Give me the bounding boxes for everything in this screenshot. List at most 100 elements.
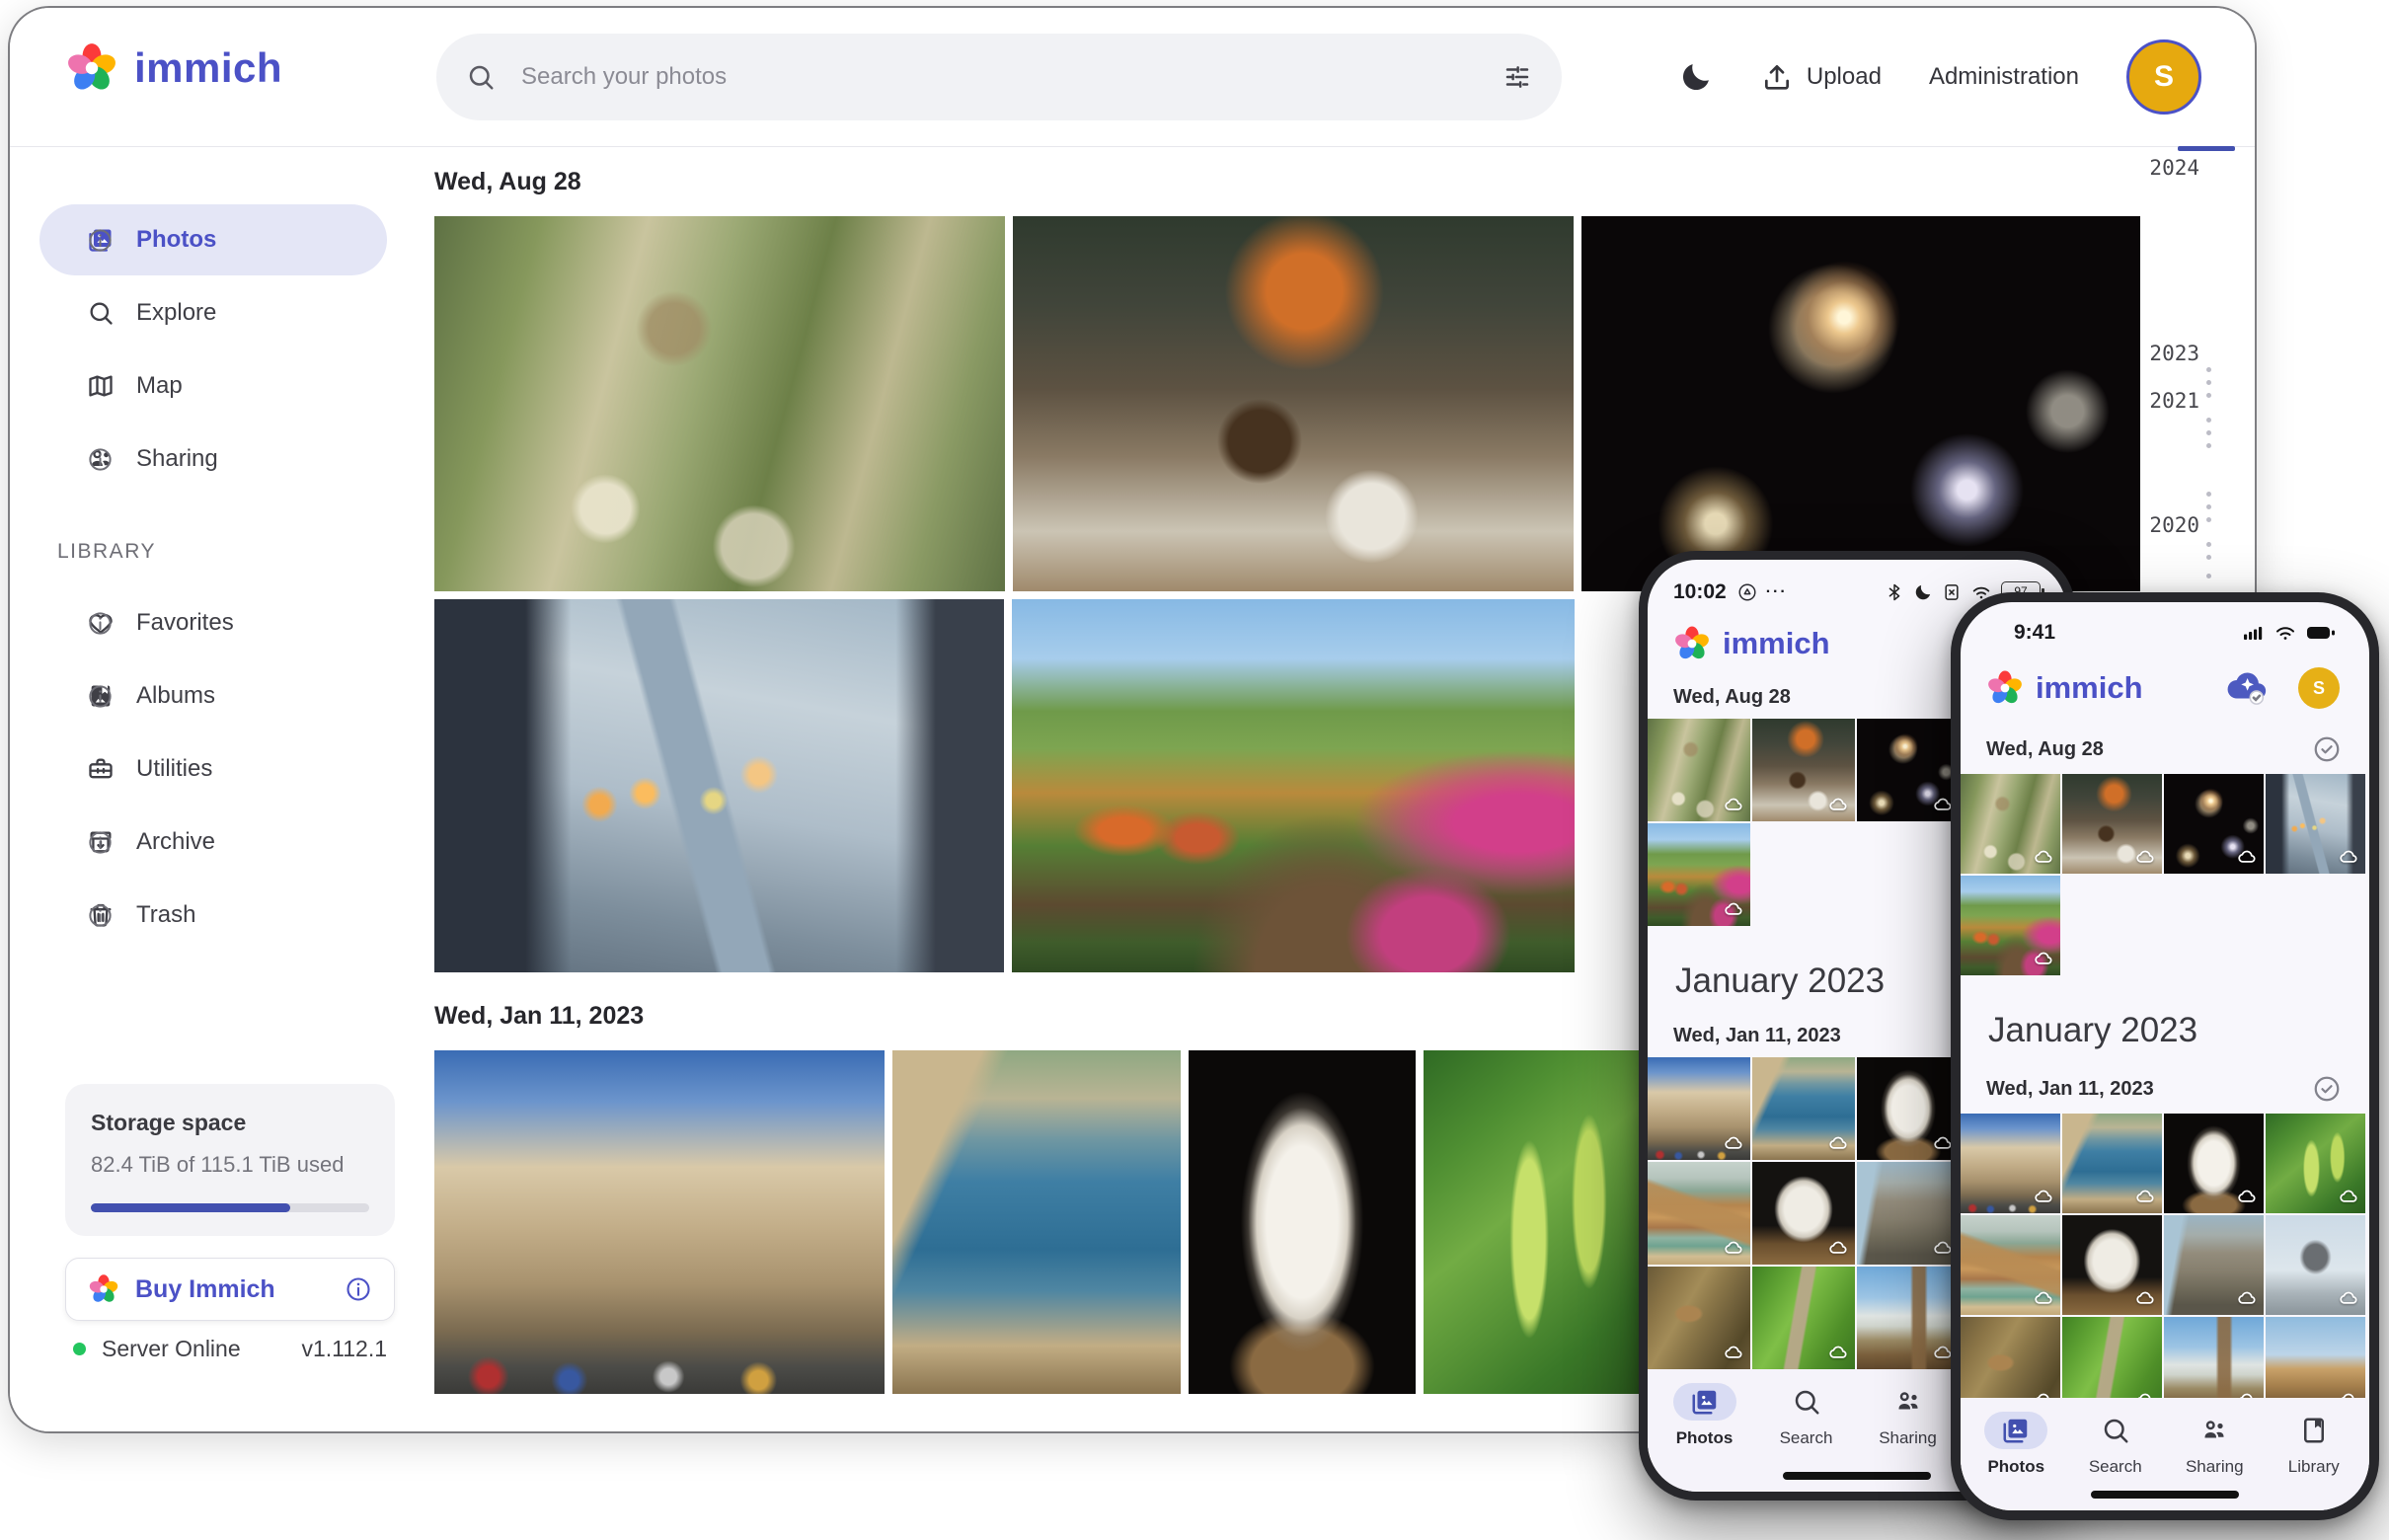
photo-dinner[interactable]	[1013, 216, 1574, 591]
phone2-avatar[interactable]: S	[2298, 667, 2340, 709]
phone-date-label: Wed, Aug 28	[1673, 686, 1791, 709]
immich-flower-icon	[1673, 625, 1711, 662]
photo-bust[interactable]	[1857, 1057, 1960, 1160]
photo-autumn[interactable]	[1648, 823, 1750, 926]
photo-dinner[interactable]	[1752, 719, 1855, 821]
photo-castle[interactable]	[1961, 1114, 2060, 1213]
photo-lizard2[interactable]	[1752, 1267, 1855, 1369]
photo-ruins[interactable]	[1857, 1162, 1960, 1265]
phone-date-label: Wed, Jan 11, 2023	[1673, 1025, 1841, 1047]
photo-rock[interactable]	[2062, 1215, 2162, 1315]
photo-hands[interactable]	[2266, 774, 2365, 874]
filter-sliders-icon[interactable]	[1503, 62, 1532, 92]
storage-progress-fill	[91, 1203, 290, 1212]
search-icon	[2101, 1416, 2130, 1445]
phone-nav-photos[interactable]: Photos	[1654, 1383, 1755, 1492]
home-indicator[interactable]	[2091, 1491, 2239, 1499]
photo-autumn[interactable]	[1012, 599, 1575, 972]
photo-church[interactable]	[1857, 1267, 1960, 1369]
dark-mode-moon-icon[interactable]	[1678, 59, 1714, 95]
scrubber-dot	[2206, 504, 2211, 509]
cloud-sync-icon[interactable]	[2225, 665, 2271, 711]
select-all-check-icon[interactable]	[2312, 734, 2342, 764]
phone2-header: immich S	[1986, 665, 2340, 711]
photo-beach[interactable]	[1961, 1215, 2060, 1315]
photo-statue[interactable]	[2266, 1215, 2365, 1315]
info-icon[interactable]	[87, 829, 355, 856]
home-indicator[interactable]	[1783, 1472, 1931, 1480]
photo-fireworks[interactable]	[1857, 719, 1960, 821]
phone-date-label: Wed, Aug 28	[1986, 738, 2104, 761]
photo-ruins[interactable]	[2164, 1215, 2264, 1315]
photo-hands[interactable]	[434, 599, 1004, 972]
sidebar-item-photos[interactable]: Photos	[39, 204, 387, 275]
scrubber-dot	[2206, 418, 2211, 423]
scrubber-year-2024[interactable]: 2024	[2149, 156, 2199, 180]
cloud-backup-icon	[2237, 847, 2258, 868]
scrubber-active-marker	[2178, 146, 2235, 151]
sharing-icon	[1893, 1387, 1923, 1417]
sidebar-item-trash[interactable]: Trash	[39, 880, 387, 951]
phone-nav-label: Search	[1780, 1428, 1833, 1448]
sidebar-item-utilities[interactable]: Utilities	[39, 733, 387, 805]
info-icon[interactable]	[345, 1275, 372, 1303]
administration-link[interactable]: Administration	[1929, 63, 2079, 91]
select-all-check-icon[interactable]	[2312, 1074, 2342, 1104]
phone1-wordmark: immich	[1723, 626, 1830, 661]
upload-button[interactable]: Upload	[1761, 61, 1882, 93]
sidebar-item-archive[interactable]: Archive	[39, 807, 387, 878]
buy-immich-button[interactable]: Buy Immich	[65, 1258, 395, 1321]
sidebar-item-explore[interactable]: Explore	[39, 277, 387, 348]
buy-immich-label: Buy Immich	[135, 1275, 329, 1304]
photo-rock[interactable]	[1752, 1162, 1855, 1265]
photo-bust[interactable]	[1189, 1050, 1416, 1394]
photo-monkeys[interactable]	[1648, 719, 1750, 821]
photo-castle[interactable]	[434, 1050, 885, 1394]
photo-coast[interactable]	[892, 1050, 1181, 1394]
photo-fireworks[interactable]	[1581, 216, 2140, 591]
sidebar-item-label: Explore	[136, 299, 216, 327]
phone-nav-photos[interactable]: Photos	[1966, 1412, 2066, 1510]
photo-autumn[interactable]	[1961, 876, 2060, 975]
photo-monkeys[interactable]	[434, 216, 1005, 591]
info-icon[interactable]	[87, 902, 355, 929]
photo-castle[interactable]	[1648, 1057, 1750, 1160]
search-bar[interactable]: Search your photos	[436, 34, 1562, 120]
photo-coast[interactable]	[1752, 1057, 1855, 1160]
photo-lizard1[interactable]	[1648, 1267, 1750, 1369]
photo-fireworks[interactable]	[2164, 774, 2264, 874]
photo-bust[interactable]	[2164, 1114, 2264, 1213]
photo-berries[interactable]	[1424, 1050, 1654, 1394]
user-avatar[interactable]: S	[2126, 39, 2201, 115]
immich-logo[interactable]: immich	[65, 41, 282, 95]
scrubber-dot	[2206, 443, 2211, 448]
scrubber-year-2023[interactable]: 2023	[2149, 342, 2199, 365]
sidebar-nav: Photos Explore MapSharing	[10, 147, 397, 495]
info-icon[interactable]	[87, 446, 355, 473]
photo-coast[interactable]	[2062, 1114, 2162, 1213]
cloud-backup-icon	[2135, 847, 2156, 868]
cloud-backup-icon	[1828, 795, 1849, 815]
photo-beach[interactable]	[1648, 1162, 1750, 1265]
info-icon[interactable]	[87, 227, 355, 254]
sidebar-item-sharing[interactable]: Sharing	[39, 424, 387, 495]
photo-dinner[interactable]	[2062, 774, 2162, 874]
scrubber-year-2020[interactable]: 2020	[2149, 513, 2199, 537]
server-status-row: Server Online v1.112.1	[73, 1336, 395, 1362]
search-icon	[1792, 1387, 1821, 1417]
photos-icon	[1690, 1387, 1720, 1417]
photo-monkeys[interactable]	[1961, 774, 2060, 874]
scrubber-dot	[2206, 393, 2211, 398]
info-icon[interactable]	[87, 610, 355, 637]
phone-nav-library[interactable]: Library	[2265, 1412, 2364, 1510]
info-icon[interactable]	[87, 683, 355, 710]
scrubber-year-2021[interactable]: 2021	[2149, 389, 2199, 413]
cloud-backup-icon	[1724, 899, 1744, 920]
phone1-clock: 10:02	[1673, 580, 1727, 604]
sidebar-item-favorites[interactable]: Favorites	[39, 587, 387, 658]
cloud-backup-icon	[2034, 1187, 2054, 1207]
photo-berries[interactable]	[2266, 1114, 2365, 1213]
sidebar-item-map[interactable]: Map	[39, 350, 387, 422]
sidebar-item-albums[interactable]: Albums	[39, 660, 387, 732]
scrubber-dot	[2206, 517, 2211, 522]
